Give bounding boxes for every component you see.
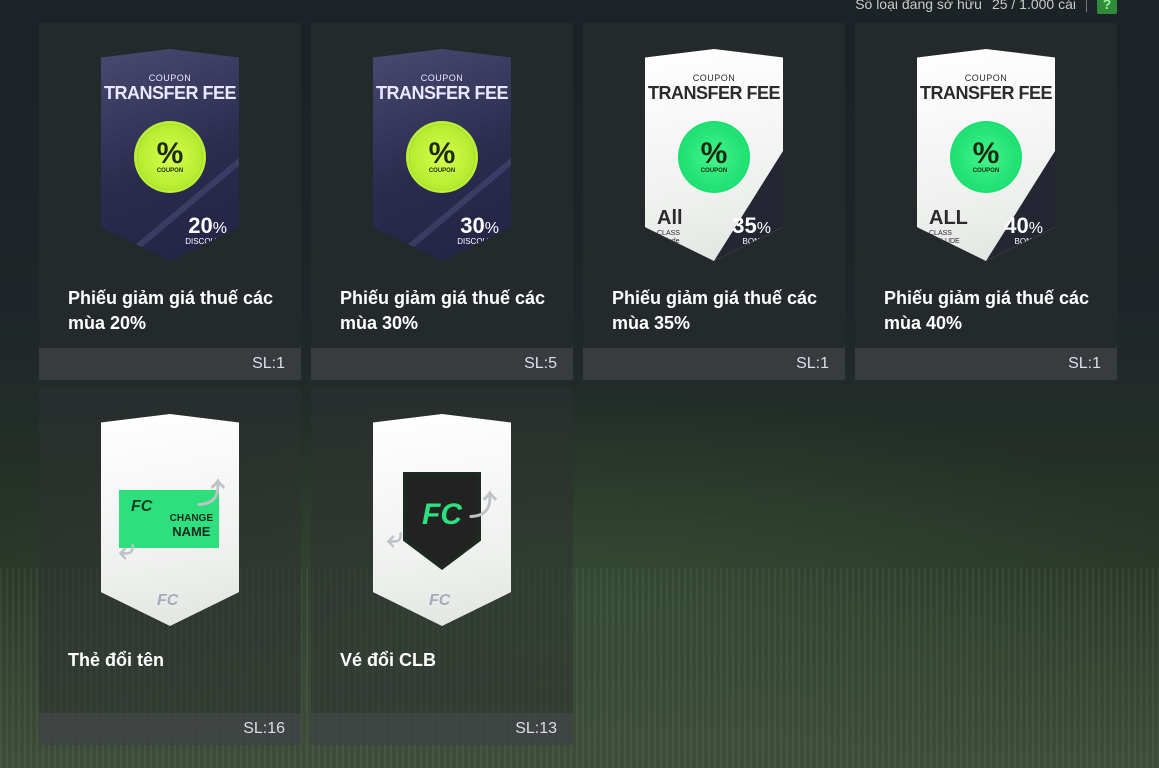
class-small-1: CLASS xyxy=(929,230,952,237)
value-label: BONUS xyxy=(1014,237,1043,246)
item-quantity: SL:1 xyxy=(583,348,845,380)
item-quantity: SL:1 xyxy=(855,348,1117,380)
coupon-card: COUPON TRANSFER FEE % COUPON 30% DISCOUN… xyxy=(373,49,511,261)
swap-arrow-icon: ⤴ xyxy=(197,478,226,509)
card-title: TRANSFER FEE xyxy=(375,83,509,103)
ticket-line-2: NAME xyxy=(172,524,211,539)
coupon-card: COUPON TRANSFER FEE % COUPON All CLASS I… xyxy=(645,49,783,261)
class-include-label: All CLASS Include xyxy=(657,207,683,246)
swap-arrow-icon: ⤶ xyxy=(119,534,135,565)
ticket-text: CHANGE NAME xyxy=(170,510,213,538)
card-title: TRANSFER FEE xyxy=(103,83,237,103)
coupon-card: COUPON TRANSFER FEE % COUPON 20% DISCOUN… xyxy=(101,49,239,261)
value-unit: % xyxy=(756,220,771,237)
percent-badge-icon: % COUPON xyxy=(953,124,1019,190)
item-name: Vé đổi CLB xyxy=(340,650,437,670)
class-small-2: INCLUDE xyxy=(929,238,960,245)
fc-logo-icon: FC xyxy=(429,592,451,609)
value-label: BONUS xyxy=(742,237,771,246)
class-small-1: CLASS xyxy=(657,230,680,237)
value-number: 35 xyxy=(732,213,757,238)
item-quantity: SL:5 xyxy=(311,348,573,380)
percent-badge-icon: % COUPON xyxy=(681,124,747,190)
card-coupon-label: COUPON xyxy=(420,73,464,83)
ticket-line-1: CHANGE xyxy=(169,513,213,524)
item-quantity: SL:1 xyxy=(39,348,301,380)
coupon-card: COUPON TRANSFER FEE % COUPON ALL CLASS I… xyxy=(917,49,1055,261)
item-quantity: SL:13 xyxy=(311,713,573,745)
card-coupon-label: COUPON xyxy=(692,73,736,83)
card-value: 40% BONUS xyxy=(1004,213,1043,246)
class-big: All xyxy=(657,207,683,229)
item-tile-coupon-20[interactable]: COUPON TRANSFER FEE % COUPON 20% DISCOUN… xyxy=(39,23,301,380)
class-small-2: Include xyxy=(657,238,680,245)
percent-badge-icon: % COUPON xyxy=(409,124,475,190)
badge-symbol: % xyxy=(972,137,1000,170)
badge-symbol: % xyxy=(156,137,184,170)
item-quantity: SL:16 xyxy=(39,713,301,745)
card-value: 35% BONUS xyxy=(732,213,771,246)
card-title: TRANSFER FEE xyxy=(647,83,781,103)
class-include-label: ALL CLASS INCLUDE xyxy=(929,207,968,246)
card-value: 30% DISCOUNT xyxy=(457,213,499,246)
value-number: 20 xyxy=(188,213,213,238)
swap-arrow-icon: ⤴ xyxy=(469,490,498,521)
badge-symbol: % xyxy=(700,137,728,170)
value-unit: % xyxy=(1028,220,1043,237)
badge-label: COUPON xyxy=(428,168,456,174)
badge-symbol: % xyxy=(428,137,456,170)
item-name: Phiếu giảm giá thuế các mùa 35% xyxy=(612,288,818,333)
value-unit: % xyxy=(212,220,227,237)
help-button[interactable]: ? xyxy=(1097,0,1117,14)
badge-label: COUPON xyxy=(700,168,728,174)
value-label: DISCOUNT xyxy=(457,237,499,246)
item-name: Thẻ đổi tên xyxy=(68,650,164,670)
percent-badge-icon: % COUPON xyxy=(137,124,203,190)
card-coupon-label: COUPON xyxy=(964,73,1008,83)
class-big: ALL xyxy=(929,207,968,229)
value-number: 30 xyxy=(460,213,485,238)
badge-label: COUPON xyxy=(156,168,184,174)
value-unit: % xyxy=(484,220,499,237)
change-name-card: FC CHANGE NAME ⤴ ⤶ FC xyxy=(101,414,239,626)
item-tile-coupon-40[interactable]: COUPON TRANSFER FEE % COUPON ALL CLASS I… xyxy=(855,23,1117,380)
divider xyxy=(1086,0,1087,12)
item-tile-coupon-35[interactable]: COUPON TRANSFER FEE % COUPON All CLASS I… xyxy=(583,23,845,380)
badge-label: COUPON xyxy=(972,168,1000,174)
change-club-card: FC ⤴ ⤶ FC xyxy=(373,414,511,626)
fc-logo-icon: FC xyxy=(157,592,179,609)
item-name: Phiếu giảm giá thuế các mùa 20% xyxy=(68,288,274,333)
item-name: Phiếu giảm giá thuế các mùa 40% xyxy=(884,288,1090,333)
inventory-header: Số loại đang sở hữu 25 / 1.000 cái ? xyxy=(855,0,1117,14)
value-number: 40 xyxy=(1004,213,1029,238)
owned-count: 25 / 1.000 cái xyxy=(991,0,1076,12)
owned-label: Số loại đang sở hữu xyxy=(855,0,982,12)
item-tile-coupon-30[interactable]: COUPON TRANSFER FEE % COUPON 30% DISCOUN… xyxy=(311,23,573,380)
item-tile-change-club[interactable]: FC ⤴ ⤶ FC Vé đổi CLB SL:13 xyxy=(311,388,573,745)
fc-logo-icon: FC xyxy=(131,498,153,515)
value-label: DISCOUNT xyxy=(185,237,227,246)
swap-arrow-icon: ⤶ xyxy=(387,522,403,553)
card-coupon-label: COUPON xyxy=(148,73,192,83)
card-value: 20% DISCOUNT xyxy=(185,213,227,246)
item-name: Phiếu giảm giá thuế các mùa 30% xyxy=(340,288,546,333)
card-title: TRANSFER FEE xyxy=(919,83,1053,103)
item-tile-change-name[interactable]: FC CHANGE NAME ⤴ ⤶ FC Thẻ đổi tên SL:16 xyxy=(39,388,301,745)
